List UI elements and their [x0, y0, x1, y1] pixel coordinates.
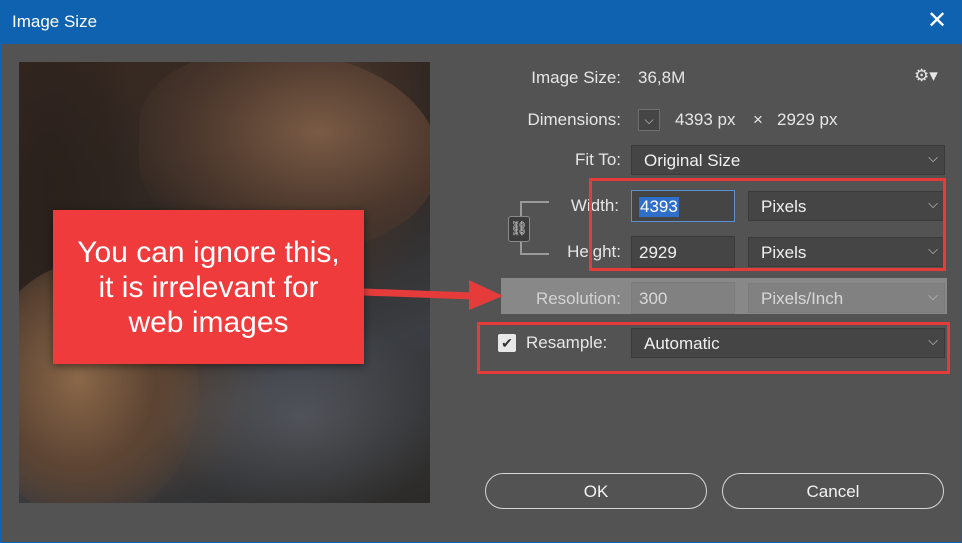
- image-size-value: 36,8M: [638, 68, 686, 87]
- image-size-label: Image Size:: [531, 68, 621, 87]
- cancel-button[interactable]: Cancel: [722, 473, 944, 509]
- ok-button[interactable]: OK: [485, 473, 707, 509]
- chevron-down-icon: ⌵: [644, 113, 654, 127]
- dialog-body: Image Size: 36,8M ⚙▾ Dimensions: ⌵ 4393 …: [1, 44, 961, 542]
- gear-icon[interactable]: ⚙▾: [914, 66, 938, 86]
- dimensions-height: 2929 px: [777, 110, 838, 129]
- close-icon[interactable]: ✕: [924, 8, 950, 34]
- fit-to-label: Fit To:: [575, 150, 621, 169]
- dimensions-label: Dimensions:: [527, 110, 621, 129]
- window-title: Image Size: [12, 12, 98, 31]
- dimensions-unit-toggle[interactable]: ⌵: [638, 109, 660, 131]
- resample-highlight-box: [477, 322, 950, 374]
- dimensions-times: ×: [753, 110, 763, 129]
- width-height-highlight-box: [589, 178, 946, 271]
- callout-arrow: [362, 280, 503, 310]
- title-bar: Image Size ✕: [0, 0, 962, 44]
- resolution-highlight-overlay: [501, 278, 947, 314]
- annotation-callout: You can ignore this, it is irrelevant fo…: [53, 210, 364, 364]
- dimensions-width: 4393 px: [675, 110, 736, 129]
- link-icon[interactable]: ⛓: [508, 216, 530, 242]
- chevron-down-icon: ⌵: [928, 150, 938, 165]
- callout-text: You can ignore this, it is irrelevant fo…: [77, 235, 340, 339]
- fit-to-value: Original Size: [644, 151, 741, 170]
- fit-to-select[interactable]: Original Size ⌵: [631, 145, 945, 175]
